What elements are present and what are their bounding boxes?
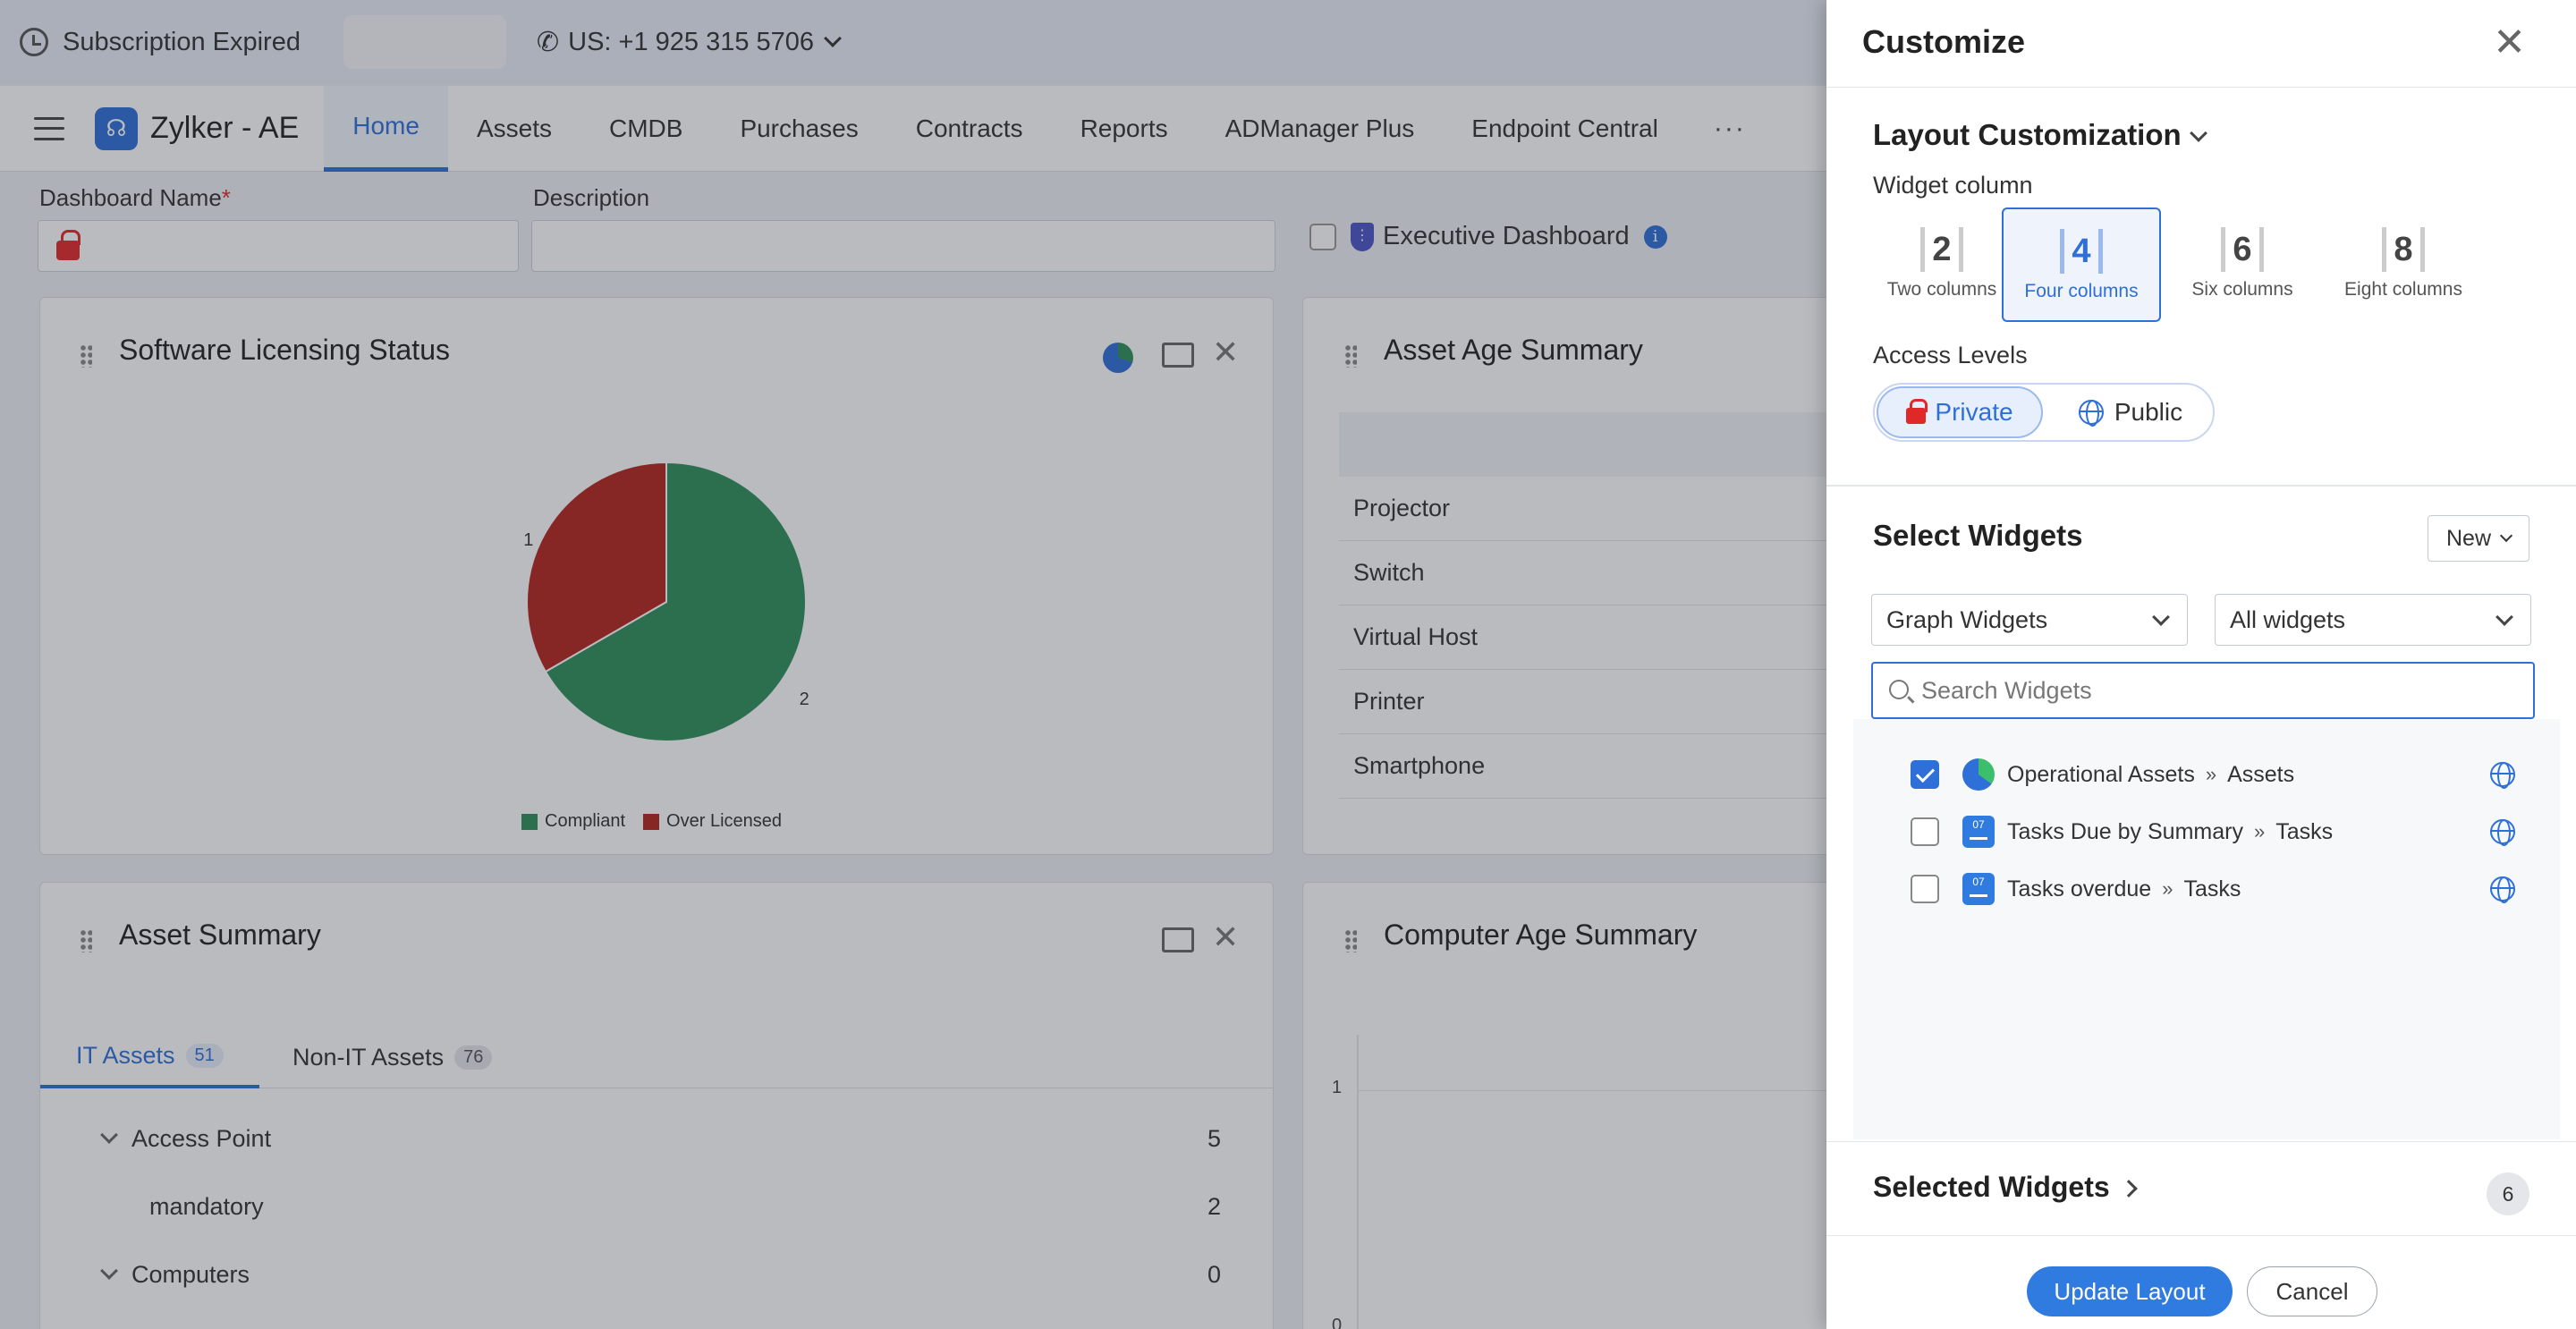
widget-list: Operational Assets » Assets 07 Tasks Due by … bbox=[1853, 719, 2560, 1139]
globe-icon bbox=[2078, 400, 2104, 427]
double-chevron-icon: » bbox=[2162, 877, 2174, 900]
access-public-button[interactable]: Public bbox=[2050, 386, 2211, 438]
column-option-2[interactable]: 2 Two columns bbox=[1862, 207, 2021, 322]
column-option-4[interactable]: 4 Four columns bbox=[2002, 207, 2161, 322]
new-button-label: New bbox=[2445, 525, 2491, 551]
panel-header: Customize ✕ bbox=[1826, 0, 2576, 88]
column-number: 6 bbox=[2221, 227, 2264, 272]
select-value: Graph Widgets bbox=[1886, 605, 2048, 633]
search-widgets-input[interactable]: Search Widgets bbox=[1871, 662, 2535, 719]
selected-widgets-section[interactable]: Selected Widgets 6 bbox=[1826, 1141, 2576, 1236]
widget-item-label[interactable]: Tasks Due by Summary » Tasks bbox=[2007, 819, 2333, 845]
widget-checkbox[interactable] bbox=[1911, 817, 1939, 846]
access-level-toggle: Private Public bbox=[1873, 383, 2215, 442]
cancel-button[interactable]: Cancel bbox=[2247, 1266, 2377, 1316]
chevron-down-icon bbox=[2189, 124, 2207, 142]
section-title: Selected Widgets bbox=[1873, 1171, 2110, 1203]
customize-panel: Customize ✕ Layout Customization Widget … bbox=[1826, 0, 2576, 1329]
column-option-8[interactable]: 8 Eight columns bbox=[2324, 207, 2483, 322]
chevron-down-icon bbox=[2496, 608, 2513, 626]
selected-widgets-title: Selected Widgets bbox=[1873, 1171, 2138, 1204]
column-caption: Eight columns bbox=[2344, 279, 2462, 300]
column-option-6[interactable]: 6 Six columns bbox=[2163, 207, 2322, 322]
select-value: All widgets bbox=[2230, 605, 2346, 633]
widget-filter-select[interactable]: All widgets bbox=[2215, 594, 2531, 646]
widget-list-item: Operational Assets » Assets bbox=[1853, 746, 2560, 803]
widget-type-select[interactable]: Graph Widgets bbox=[1871, 594, 2188, 646]
widget-name: Tasks Due by Summary bbox=[2007, 818, 2243, 844]
widget-item-label[interactable]: Tasks overdue » Tasks bbox=[2007, 876, 2241, 902]
widget-checkbox[interactable] bbox=[1911, 760, 1939, 789]
panel-title: Customize bbox=[1862, 23, 2026, 60]
selected-count-badge: 6 bbox=[2487, 1172, 2529, 1215]
widget-module: Tasks bbox=[2275, 818, 2334, 844]
search-icon bbox=[1889, 680, 1909, 699]
globe-icon bbox=[2490, 819, 2515, 846]
chevron-down-icon bbox=[2499, 529, 2513, 543]
access-public-label: Public bbox=[2114, 398, 2183, 426]
widget-module: Tasks bbox=[2183, 876, 2241, 902]
double-chevron-icon: » bbox=[2253, 820, 2266, 842]
column-number: 2 bbox=[1920, 227, 1963, 272]
widget-column-label: Widget column bbox=[1873, 172, 2033, 199]
widget-checkbox[interactable] bbox=[1911, 875, 1939, 903]
modal-backdrop[interactable] bbox=[0, 0, 1826, 1329]
column-caption: Six columns bbox=[2191, 279, 2293, 300]
column-caption: Two columns bbox=[1886, 279, 1997, 300]
divider bbox=[1826, 485, 2576, 487]
section-title: Layout Customization bbox=[1873, 118, 2182, 151]
globe-icon bbox=[2490, 876, 2515, 903]
calendar-icon: 07 bbox=[1962, 873, 1995, 905]
update-layout-button[interactable]: Update Layout bbox=[2027, 1266, 2233, 1316]
access-private-label: Private bbox=[1935, 398, 2013, 426]
widget-name: Operational Assets bbox=[2007, 761, 2195, 787]
layout-customization-toggle[interactable]: Layout Customization bbox=[1873, 118, 2207, 152]
widget-list-item: 07 Tasks overdue » Tasks bbox=[1853, 860, 2560, 918]
lock-icon bbox=[1906, 399, 1928, 424]
widget-list-item: 07 Tasks Due by Summary » Tasks bbox=[1853, 803, 2560, 860]
widget-item-label[interactable]: Operational Assets » Assets bbox=[2007, 762, 2294, 788]
search-placeholder: Search Widgets bbox=[1921, 676, 2092, 704]
widget-module: Assets bbox=[2227, 761, 2295, 787]
column-caption: Four columns bbox=[2024, 281, 2139, 301]
column-number: 8 bbox=[2382, 227, 2425, 272]
globe-icon bbox=[2490, 762, 2515, 789]
chevron-down-icon bbox=[2152, 608, 2170, 626]
double-chevron-icon: » bbox=[2205, 763, 2217, 785]
chevron-right-icon bbox=[2119, 1180, 2138, 1198]
close-icon[interactable]: ✕ bbox=[2493, 20, 2526, 65]
column-number: 4 bbox=[2060, 229, 2103, 274]
access-levels-label: Access Levels bbox=[1873, 342, 2028, 368]
widget-name: Tasks overdue bbox=[2007, 876, 2152, 902]
new-button[interactable]: New bbox=[2428, 515, 2529, 562]
access-private-button[interactable]: Private bbox=[1877, 386, 2043, 438]
pie-chart-icon bbox=[1962, 758, 1995, 791]
calendar-icon: 07 bbox=[1962, 816, 1995, 848]
select-widgets-title: Select Widgets bbox=[1873, 519, 2083, 552]
